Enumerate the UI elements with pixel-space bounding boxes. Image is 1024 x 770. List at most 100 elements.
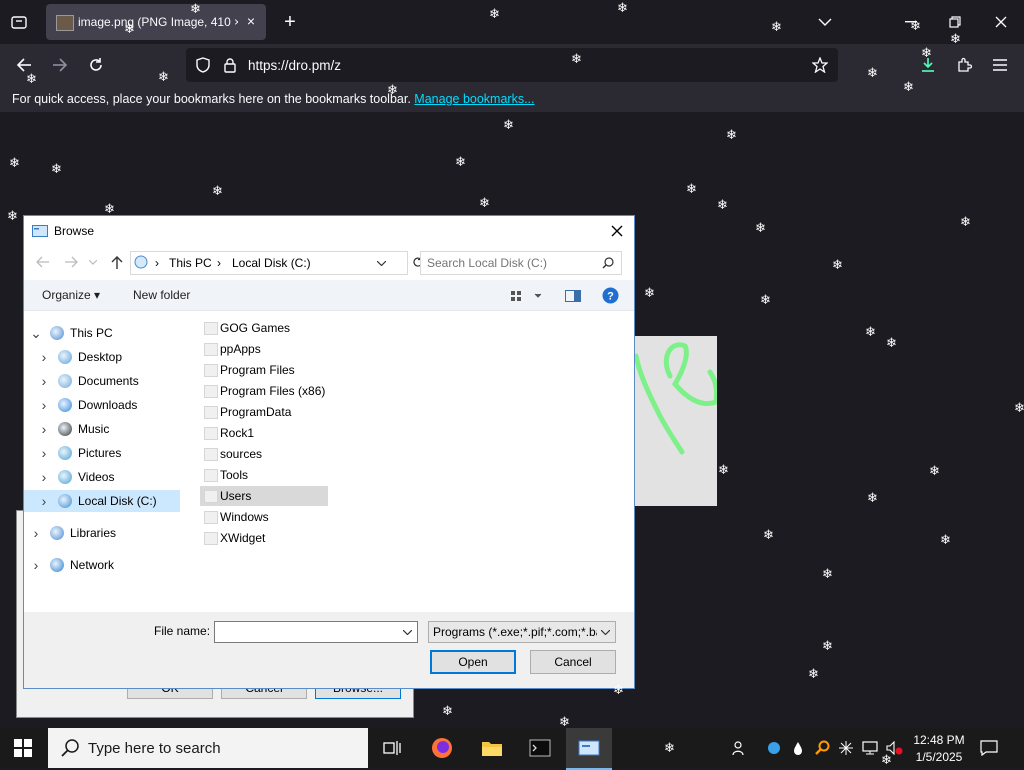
- sidebar-item-network[interactable]: › Network: [24, 554, 180, 576]
- chevron-right-icon[interactable]: ›: [38, 421, 50, 437]
- chevron-down-icon[interactable]: [814, 12, 836, 32]
- brightness-icon[interactable]: [836, 738, 856, 758]
- folder-item[interactable]: Rock1: [200, 423, 328, 443]
- network-icon[interactable]: [860, 738, 880, 758]
- search-input[interactable]: [427, 255, 592, 271]
- folder-item[interactable]: sources: [200, 444, 328, 464]
- sidebar-item-music[interactable]: › Music: [24, 418, 180, 440]
- dialog-close-icon[interactable]: [608, 222, 626, 240]
- folder-item[interactable]: GOG Games: [200, 318, 328, 338]
- help-icon[interactable]: ?: [601, 286, 619, 304]
- people-icon[interactable]: [730, 738, 750, 758]
- folder-item[interactable]: Users: [200, 486, 328, 506]
- folder-item[interactable]: Windows: [200, 507, 328, 527]
- forward-arrow-icon[interactable]: [48, 54, 72, 76]
- firefox-icon[interactable]: [430, 736, 454, 760]
- browser-tab[interactable]: image.png (PNG Image, 410 × ×: [46, 4, 266, 40]
- folder-name: GOG Games: [220, 321, 291, 335]
- folder-item[interactable]: Tools: [200, 465, 328, 485]
- sidebar-item-pictures[interactable]: › Pictures: [24, 442, 180, 464]
- dialog-command-bar: Organize ▾ New folder ?: [24, 280, 634, 311]
- windows-start-icon[interactable]: [12, 738, 34, 758]
- folder-item[interactable]: ProgramData: [200, 402, 328, 422]
- terminal-icon[interactable]: [528, 736, 552, 760]
- recent-locations-chevron-icon[interactable]: [88, 256, 98, 268]
- search-icon[interactable]: [601, 256, 615, 270]
- open-button[interactable]: Open: [430, 650, 516, 674]
- menu-hamburger-icon[interactable]: [988, 54, 1012, 76]
- sidebar-item-videos[interactable]: › Videos: [24, 466, 180, 488]
- snowflake-icon: ❄: [940, 532, 951, 547]
- tray-app-icon[interactable]: [764, 738, 784, 758]
- search-tool-icon[interactable]: [812, 738, 832, 758]
- lock-icon[interactable]: [222, 56, 238, 74]
- folder-item[interactable]: Program Files: [200, 360, 328, 380]
- chevron-right-icon[interactable]: ›: [30, 525, 42, 541]
- tab-list-icon[interactable]: [8, 12, 30, 32]
- droplet-icon[interactable]: [790, 738, 806, 758]
- chevron-right-icon[interactable]: ›: [38, 349, 50, 365]
- breadcrumb-dropdown-icon[interactable]: [375, 257, 387, 269]
- chevron-right-icon[interactable]: ›: [38, 445, 50, 461]
- clock-date[interactable]: 1/5/2025: [908, 750, 970, 764]
- forward-arrow-icon[interactable]: [62, 254, 80, 270]
- breadcrumb-this-pc[interactable]: This PC: [169, 256, 212, 270]
- view-options-icon[interactable]: [510, 288, 542, 304]
- folder-item[interactable]: XWidget: [200, 528, 328, 548]
- reload-icon[interactable]: [84, 54, 108, 76]
- new-tab-button[interactable]: +: [278, 10, 302, 34]
- notification-icon[interactable]: [978, 738, 1000, 758]
- shield-icon[interactable]: [194, 56, 212, 74]
- up-arrow-icon[interactable]: [108, 254, 126, 270]
- back-arrow-icon[interactable]: [12, 54, 36, 76]
- bookmark-star-icon[interactable]: [810, 56, 830, 74]
- file-name-input[interactable]: [217, 623, 395, 639]
- back-arrow-icon[interactable]: [34, 254, 52, 270]
- manage-bookmarks-link[interactable]: Manage bookmarks...: [414, 92, 534, 106]
- address-bar[interactable]: https://dro.pm/z: [186, 48, 838, 82]
- file-name-field[interactable]: [214, 621, 418, 643]
- task-view-icon[interactable]: [382, 738, 402, 758]
- url-text[interactable]: https://dro.pm/z: [248, 58, 341, 73]
- dialog-app-icon: [32, 224, 48, 238]
- taskbar-search-box[interactable]: Type here to search: [48, 728, 368, 768]
- clock-time[interactable]: 12:48 PM: [908, 733, 970, 747]
- chevron-right-icon[interactable]: ›: [30, 557, 42, 573]
- preview-pane-icon[interactable]: [564, 288, 582, 304]
- sidebar-item-downloads[interactable]: › Downloads: [24, 394, 180, 416]
- search-box[interactable]: [420, 251, 622, 275]
- breadcrumb[interactable]: › This PC › Local Disk (C:): [130, 251, 408, 275]
- sidebar-item-this-pc[interactable]: ⌄ This PC: [24, 322, 180, 344]
- run-dialog-taskbar-icon[interactable]: [566, 728, 612, 770]
- folder-item[interactable]: Program Files (x86): [200, 381, 328, 401]
- sidebar-item-libraries[interactable]: › Libraries: [24, 522, 180, 544]
- browser-nav-bar: https://dro.pm/z: [0, 44, 1024, 86]
- snowflake-icon: ❄: [808, 666, 819, 681]
- organize-button[interactable]: Organize ▾: [42, 288, 100, 302]
- folder-item[interactable]: ppApps: [200, 339, 328, 359]
- extensions-icon[interactable]: [952, 54, 976, 76]
- restore-icon[interactable]: [944, 12, 966, 32]
- sidebar-item-documents[interactable]: › Documents: [24, 370, 180, 392]
- breadcrumb-local-disk[interactable]: Local Disk (C:): [232, 256, 311, 270]
- chevron-down-icon[interactable]: [599, 627, 611, 637]
- downloads-icon[interactable]: [916, 54, 940, 76]
- sidebar-item-desktop[interactable]: › Desktop: [24, 346, 180, 368]
- chevron-right-icon[interactable]: ›: [38, 373, 50, 389]
- bookmarks-hint-text: For quick access, place your bookmarks h…: [12, 92, 411, 106]
- file-type-value: Programs (*.exe;*.pif;*.com;*.bat;*.cmd): [433, 625, 597, 639]
- close-window-icon[interactable]: [990, 12, 1012, 32]
- tab-close-icon[interactable]: ×: [242, 12, 260, 30]
- minimize-icon[interactable]: [900, 12, 922, 32]
- new-folder-button[interactable]: New folder: [133, 288, 190, 302]
- chevron-right-icon[interactable]: ›: [38, 493, 50, 509]
- file-type-select[interactable]: Programs (*.exe;*.pif;*.com;*.bat;*.cmd): [428, 621, 616, 643]
- sidebar-item-local-disk-c[interactable]: › Local Disk (C:): [24, 490, 180, 512]
- chevron-right-icon[interactable]: ›: [38, 397, 50, 413]
- file-explorer-icon[interactable]: [480, 736, 504, 760]
- volume-muted-icon[interactable]: [884, 738, 906, 758]
- cancel-button[interactable]: Cancel: [530, 650, 616, 674]
- chevron-down-icon[interactable]: ⌄: [30, 325, 42, 342]
- chevron-right-icon[interactable]: ›: [38, 469, 50, 485]
- chevron-down-icon[interactable]: [401, 627, 413, 637]
